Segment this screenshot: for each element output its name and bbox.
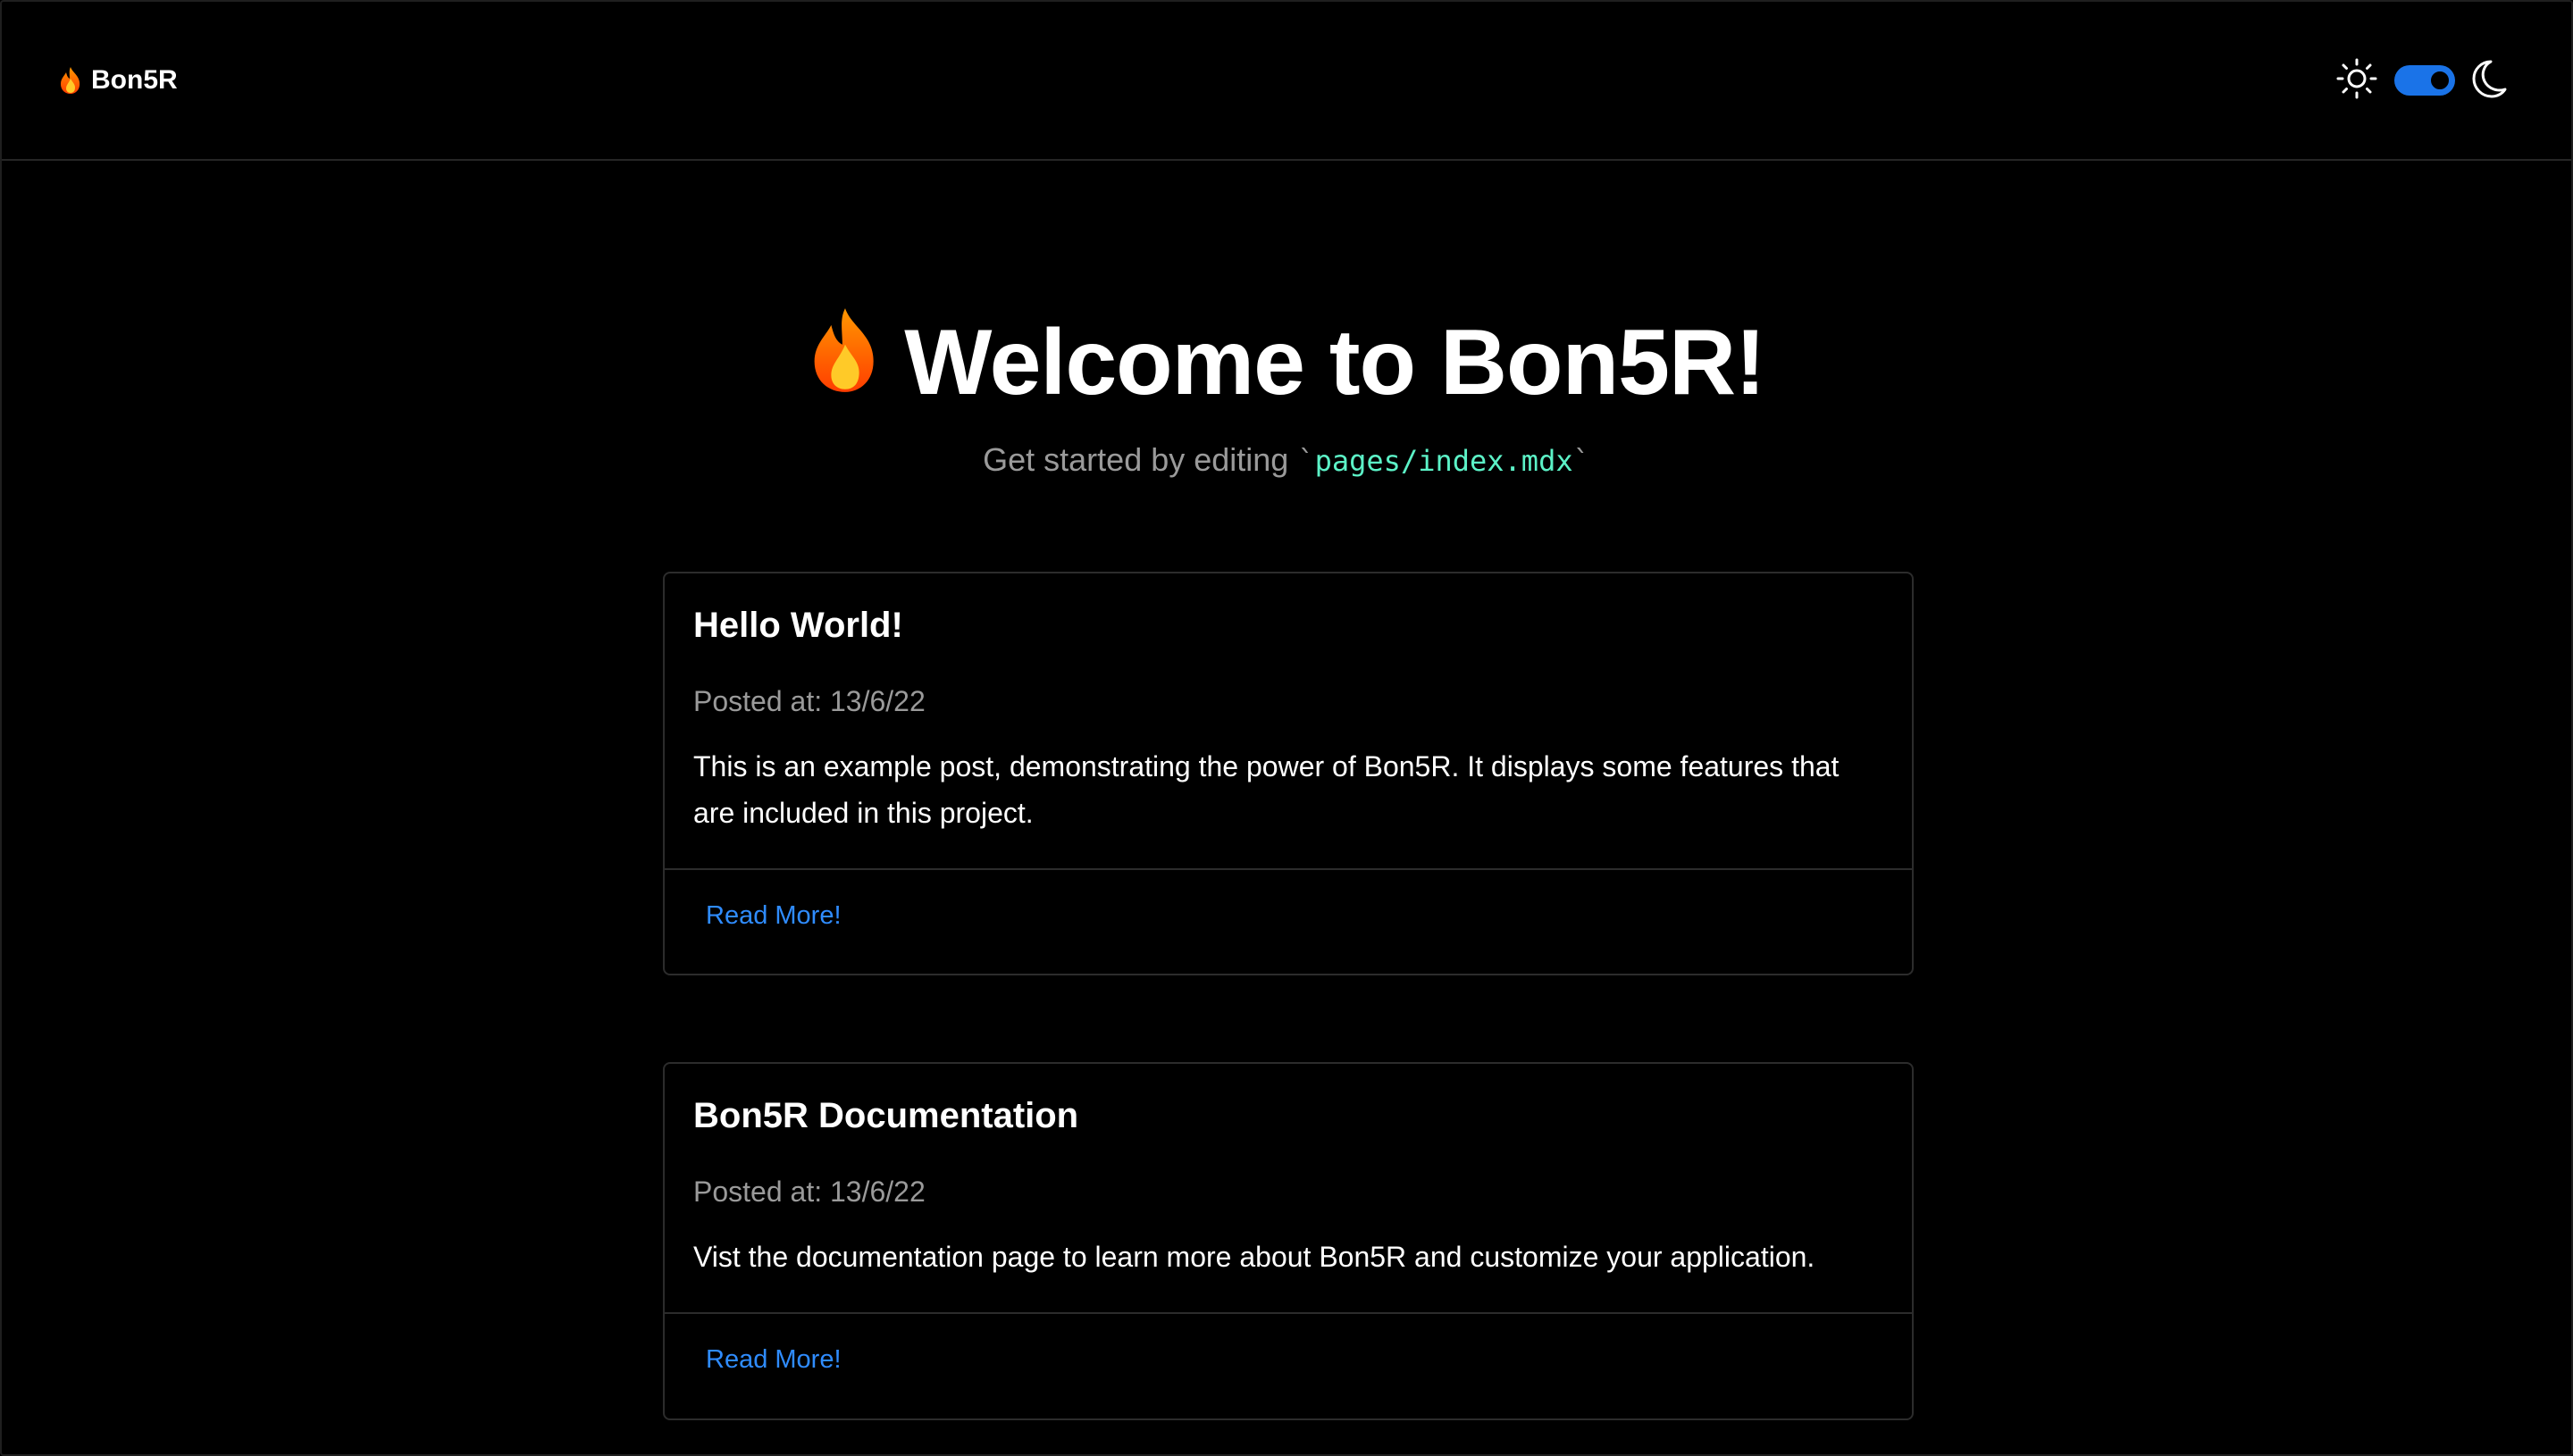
toggle-knob [2428,69,2451,92]
moon-icon[interactable] [2471,58,2512,104]
theme-toggle[interactable] [2394,65,2455,96]
post-card-footer: Read More! [665,1312,1912,1405]
sun-icon[interactable] [2335,57,2378,105]
post-date: Posted at: 13/6/22 [693,685,926,717]
hero-code-path: pages/index.mdx [1314,443,1573,478]
theme-switcher [2335,57,2512,105]
hero-subtitle: Get started by editing `pages/index.mdx` [983,440,1590,478]
hero-title-text: Welcome to Bon5R! [904,310,1765,414]
brand-link[interactable]: Bon5R [59,65,178,96]
post-card-body: Hello World! Posted at: 13/6/22 This is … [665,573,1912,868]
post-card: Hello World! Posted at: 13/6/22 This is … [663,572,1914,975]
post-title: Bon5R Documentation [693,1096,1079,1135]
read-more-link[interactable]: Read More! [706,1345,842,1375]
hero-section: Welcome to Bon5R! Get started by editing… [2,305,2571,479]
brand-name: Bon5R [91,65,178,95]
post-card-body: Bon5R Documentation Posted at: 13/6/22 V… [665,1064,1912,1312]
top-navbar: Bon5R [2,2,2571,161]
read-more-link[interactable]: Read More! [706,901,842,931]
post-card: Bon5R Documentation Posted at: 13/6/22 V… [663,1062,1914,1420]
post-excerpt: This is an example post, demonstrating t… [693,750,1840,829]
fire-icon [808,305,883,420]
app-window: Bon5R Welcome to Bon5R! Get started by e… [0,0,2573,1456]
post-card-footer: Read More! [665,868,1912,961]
post-excerpt: Vist the documentation page to learn mor… [693,1241,1815,1273]
fire-icon [59,66,82,95]
post-title: Hello World! [693,606,903,645]
hero-subtitle-text: Get started by editing [983,440,1289,478]
page-title: Welcome to Bon5R! [808,305,1766,420]
post-date: Posted at: 13/6/22 [693,1176,926,1208]
